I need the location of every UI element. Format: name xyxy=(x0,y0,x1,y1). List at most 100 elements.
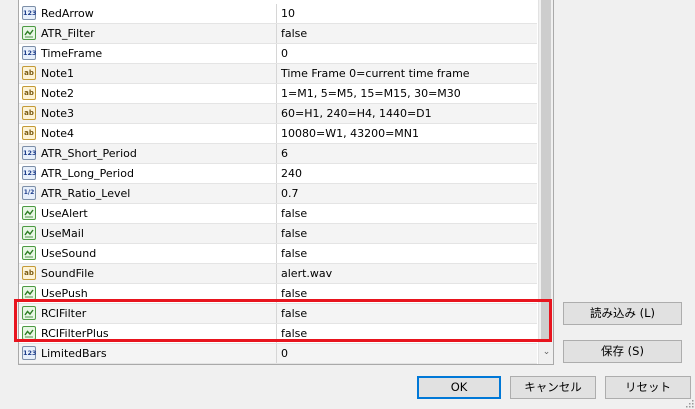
parameter-value[interactable]: 10 xyxy=(281,4,295,23)
highlight-box xyxy=(14,299,552,342)
double-type-icon: 1/2 xyxy=(22,186,36,200)
parameter-name: Note3 xyxy=(41,107,75,120)
int-type-icon: 123 xyxy=(22,346,37,360)
parameter-row[interactable]: ATR_Filter false xyxy=(19,24,537,44)
parameter-row[interactable]: 123 LimitedBars 0 xyxy=(19,344,537,364)
parameter-value[interactable]: alert.wav xyxy=(281,264,332,283)
parameter-name: Note2 xyxy=(41,87,75,100)
parameter-value[interactable]: false xyxy=(281,204,307,223)
reset-button[interactable]: リセット xyxy=(605,376,691,399)
parameter-value-cell[interactable]: false xyxy=(277,24,537,43)
parameter-value[interactable]: 6 xyxy=(281,144,288,163)
parameter-value-cell[interactable]: 1=M1, 5=M5, 15=M15, 30=M30 xyxy=(277,84,537,103)
parameter-value[interactable]: 0 xyxy=(281,44,288,63)
parameter-name-cell: UseAlert xyxy=(19,204,277,223)
parameter-name-cell: 123 RedArrow xyxy=(19,4,277,23)
parameter-row[interactable]: 123 TimeFrame 0 xyxy=(19,44,537,64)
scroll-down-arrow-icon[interactable]: ⌄ xyxy=(539,345,553,360)
parameter-name: Note4 xyxy=(41,127,75,140)
parameter-row[interactable]: UseAlert false xyxy=(19,204,537,224)
parameter-name-cell: ATR_Filter xyxy=(19,24,277,43)
parameter-name-cell: ab Note4 xyxy=(19,124,277,143)
parameter-row[interactable]: 123 ATR_Long_Period 240 xyxy=(19,164,537,184)
save-button[interactable]: 保存 (S) xyxy=(563,340,682,363)
parameter-name: UseAlert xyxy=(41,207,88,220)
bool-type-icon xyxy=(22,206,36,220)
parameter-value-cell[interactable]: 10 xyxy=(277,4,537,23)
int-type-icon: 123 xyxy=(22,46,37,60)
parameter-name-cell: UseMail xyxy=(19,224,277,243)
parameter-value[interactable]: 60=H1, 240=H4, 1440=D1 xyxy=(281,104,432,123)
parameter-name: SoundFile xyxy=(41,267,95,280)
parameter-row[interactable]: UseSound false xyxy=(19,244,537,264)
parameter-name: UseSound xyxy=(41,247,97,260)
parameter-value[interactable]: false xyxy=(281,244,307,263)
parameter-name-cell: 123 ATR_Short_Period xyxy=(19,144,277,163)
parameter-value-cell[interactable]: alert.wav xyxy=(277,264,537,283)
parameter-value-cell[interactable]: false xyxy=(277,224,537,243)
parameter-name: TimeFrame xyxy=(41,47,103,60)
parameter-row[interactable]: 123 ATR_Short_Period 6 xyxy=(19,144,537,164)
parameter-name-cell: ab Note1 xyxy=(19,64,277,83)
string-type-icon: ab xyxy=(22,106,36,120)
parameter-row[interactable]: ab Note3 60=H1, 240=H4, 1440=D1 xyxy=(19,104,537,124)
parameter-value-cell[interactable]: 6 xyxy=(277,144,537,163)
parameter-row[interactable]: ab SoundFile alert.wav xyxy=(19,264,537,284)
parameter-value-cell[interactable]: 0.7 xyxy=(277,184,537,203)
string-type-icon: ab xyxy=(22,86,36,100)
int-type-icon: 123 xyxy=(22,6,37,20)
bool-type-icon xyxy=(22,226,36,240)
parameter-value[interactable]: false xyxy=(281,24,307,43)
parameter-name: UseMail xyxy=(41,227,84,240)
parameter-name-cell: 123 LimitedBars xyxy=(19,344,277,363)
parameter-name-cell: ab Note2 xyxy=(19,84,277,103)
parameter-name-cell: 123 TimeFrame xyxy=(19,44,277,63)
int-type-icon: 123 xyxy=(22,146,37,160)
scrollbar-thumb[interactable] xyxy=(541,0,551,339)
parameter-row[interactable]: 1/2 ATR_Ratio_Level 0.7 xyxy=(19,184,537,204)
parameter-value[interactable]: 240 xyxy=(281,164,302,183)
bool-type-icon xyxy=(22,246,36,260)
resize-grip-icon[interactable] xyxy=(684,398,694,408)
parameter-value[interactable]: Time Frame 0=current time frame xyxy=(281,64,470,83)
string-type-icon: ab xyxy=(22,126,36,140)
parameter-name: RedArrow xyxy=(41,7,94,20)
parameter-name-cell: ab Note3 xyxy=(19,104,277,123)
parameter-row[interactable]: 123 RedArrow 10 xyxy=(19,4,537,24)
bool-type-icon xyxy=(22,26,36,40)
parameter-value[interactable]: 1=M1, 5=M5, 15=M15, 30=M30 xyxy=(281,84,461,103)
parameter-value-cell[interactable]: 0 xyxy=(277,344,537,363)
parameter-name-cell: ab SoundFile xyxy=(19,264,277,283)
cancel-button[interactable]: キャンセル xyxy=(510,376,596,399)
parameter-row[interactable]: ab Note2 1=M1, 5=M5, 15=M15, 30=M30 xyxy=(19,84,537,104)
parameter-row[interactable]: ab Note4 10080=W1, 43200=MN1 xyxy=(19,124,537,144)
int-type-icon: 123 xyxy=(22,166,37,180)
parameter-value-cell[interactable]: Time Frame 0=current time frame xyxy=(277,64,537,83)
parameter-value-cell[interactable]: false xyxy=(277,204,537,223)
parameter-name-cell: 1/2 ATR_Ratio_Level xyxy=(19,184,277,203)
parameter-value[interactable]: 10080=W1, 43200=MN1 xyxy=(281,124,419,143)
parameter-name: ATR_Ratio_Level xyxy=(41,187,131,200)
parameter-value-cell[interactable]: 10080=W1, 43200=MN1 xyxy=(277,124,537,143)
parameter-name: Note1 xyxy=(41,67,75,80)
parameter-value[interactable]: false xyxy=(281,224,307,243)
parameter-row[interactable]: UseMail false xyxy=(19,224,537,244)
string-type-icon: ab xyxy=(22,266,36,280)
parameter-row[interactable]: ab Note1 Time Frame 0=current time frame xyxy=(19,64,537,84)
parameter-name: ATR_Long_Period xyxy=(41,167,134,180)
parameter-name: ATR_Filter xyxy=(41,27,95,40)
parameter-name-cell: UseSound xyxy=(19,244,277,263)
parameter-value[interactable]: 0 xyxy=(281,344,288,363)
load-button[interactable]: 読み込み (L) xyxy=(563,302,682,325)
parameter-value-cell[interactable]: false xyxy=(277,244,537,263)
parameter-name: LimitedBars xyxy=(41,347,107,360)
parameter-value-cell[interactable]: 60=H1, 240=H4, 1440=D1 xyxy=(277,104,537,123)
ok-button[interactable]: OK xyxy=(417,376,501,399)
parameter-value[interactable]: 0.7 xyxy=(281,184,299,203)
bool-type-icon xyxy=(22,286,36,300)
parameter-value-cell[interactable]: 0 xyxy=(277,44,537,63)
parameter-name: ATR_Short_Period xyxy=(41,147,137,160)
string-type-icon: ab xyxy=(22,66,36,80)
parameter-name-cell: 123 ATR_Long_Period xyxy=(19,164,277,183)
parameter-value-cell[interactable]: 240 xyxy=(277,164,537,183)
